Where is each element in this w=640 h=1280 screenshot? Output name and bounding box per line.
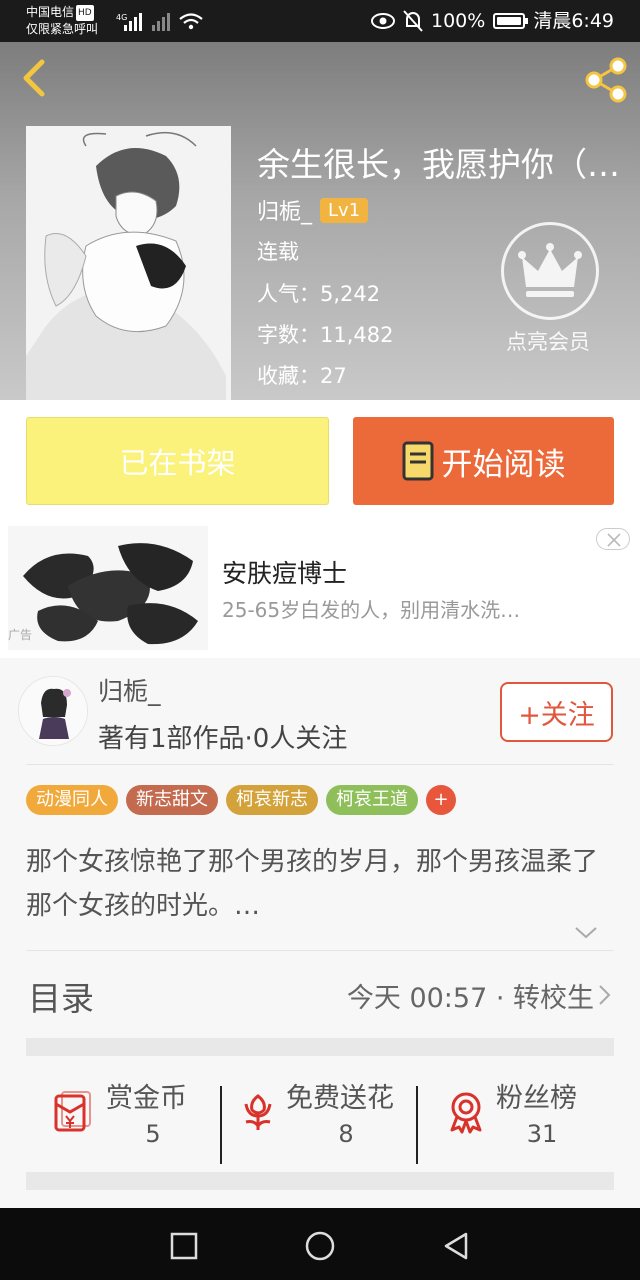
back-icon[interactable] [14, 56, 54, 100]
tag-item[interactable]: 柯哀王道 [326, 785, 418, 815]
ad-tag: 广告 [8, 628, 33, 642]
level-badge: Lv1 [320, 197, 369, 223]
in-shelf-button[interactable]: 已在书架 [26, 417, 329, 505]
chevron-down-icon[interactable] [574, 926, 598, 940]
free-flowers[interactable]: 免费送花 8 [236, 1076, 416, 1160]
book-header: 余生很长，我愿护你（… 归栀_ Lv1 连载 人气：5,242 字数：11,48… [0, 42, 640, 400]
popularity: 人气：5,242 [257, 282, 381, 306]
ad-title: 安肤痘博士 [222, 559, 348, 588]
follow-button[interactable]: +关注 [500, 682, 613, 742]
tag-item[interactable]: 柯哀新志 [226, 785, 318, 815]
carrier-info: 中国电信 HD 仅限紧急呼叫 [26, 4, 98, 37]
book-cover[interactable] [26, 126, 231, 400]
carrier-name: 中国电信 [26, 5, 75, 19]
header-author-name[interactable]: 归栀_ [257, 194, 312, 226]
vip-button[interactable]: 点亮会员 [500, 222, 600, 356]
start-reading-button[interactable]: 开始阅读 [353, 417, 614, 505]
eye-icon [371, 13, 395, 29]
divider [220, 1086, 222, 1164]
favorites-count: 收藏：27 [257, 364, 347, 388]
latest-chapter: 今天 00:57 · 转校生 [346, 983, 594, 1014]
fan-ranking[interactable]: 粉丝榜 31 [444, 1076, 604, 1160]
book-title: 余生很长，我愿护你（… [257, 145, 620, 184]
book-description: 那个女孩惊艳了那个男孩的岁月，那个男孩温柔了那个女孩的时光。… [26, 847, 599, 921]
ad-banner[interactable]: 广告 安肤痘博士 25-65岁白发的人，别用清水洗… [0, 520, 640, 658]
network-type: 4G [116, 13, 127, 22]
recent-apps-icon[interactable] [168, 1230, 200, 1262]
author-section: 归栀_ 著有1部作品·0人关注 +关注 动漫同人 新志甜文 柯哀新志 柯哀王道 … [0, 658, 640, 1208]
share-icon[interactable] [582, 56, 630, 104]
divider [26, 764, 614, 765]
stats-row: 赏金币 5 免费送花 8 粉丝榜 31 [0, 1068, 640, 1168]
system-nav-bar [0, 1208, 640, 1280]
header-author-line: 归栀_ Lv1 [257, 194, 369, 226]
tag-item[interactable]: 动漫同人 [26, 785, 118, 815]
home-icon[interactable] [304, 1230, 336, 1262]
battery-percent: 100% [431, 10, 486, 32]
stat-value: 5 [145, 1120, 161, 1148]
add-tag-button[interactable]: + [426, 785, 456, 815]
mute-bell-icon [403, 10, 423, 32]
signal-icon: 4G [116, 13, 203, 31]
stat-label: 赏金币 [106, 1083, 187, 1114]
back-nav-icon[interactable] [440, 1230, 472, 1262]
divider [416, 1086, 418, 1164]
serial-status: 连载 [257, 240, 299, 264]
tag-item[interactable]: 新志甜文 [126, 785, 218, 815]
stat-value: 31 [526, 1120, 558, 1148]
toc-label: 目录 [28, 979, 94, 1018]
author-works: 著有1部作品·0人关注 [98, 724, 348, 754]
start-reading-label: 开始阅读 [441, 446, 566, 483]
word-count: 字数：11,482 [257, 323, 394, 347]
battery-icon [493, 13, 529, 29]
ad-image [8, 526, 208, 650]
avatar[interactable] [18, 676, 88, 746]
section-separator [26, 1038, 614, 1056]
book-icon [402, 441, 433, 481]
table-of-contents-row[interactable]: 目录 今天 00:57 · 转校生 [0, 950, 640, 1040]
hd-badge: HD [76, 5, 94, 21]
cover-illustration [26, 126, 231, 400]
status-bar: 中国电信 HD 仅限紧急呼叫 4G 100% 清晨6:49 [0, 0, 640, 42]
section-separator [26, 1172, 614, 1190]
action-row: 已在书架 开始阅读 [0, 400, 640, 520]
reward-coins[interactable]: 赏金币 5 [50, 1076, 200, 1160]
status-right: 100% 清晨6:49 [371, 9, 614, 33]
author-name[interactable]: 归栀_ [98, 672, 161, 708]
crown-icon [501, 222, 599, 320]
ad-description: 25-65岁白发的人，别用清水洗… [222, 598, 521, 622]
carrier-sub: 仅限紧急呼叫 [26, 22, 99, 36]
clock: 清晨6:49 [533, 10, 614, 32]
vip-label: 点亮会员 [506, 330, 590, 354]
chevron-right-icon [599, 985, 611, 1005]
stat-value: 8 [338, 1120, 354, 1148]
stat-label: 免费送花 [286, 1083, 394, 1114]
stat-label: 粉丝榜 [496, 1083, 577, 1114]
ad-close-icon[interactable] [596, 528, 630, 550]
tag-list: 动漫同人 新志甜文 柯哀新志 柯哀王道 + [26, 785, 456, 815]
